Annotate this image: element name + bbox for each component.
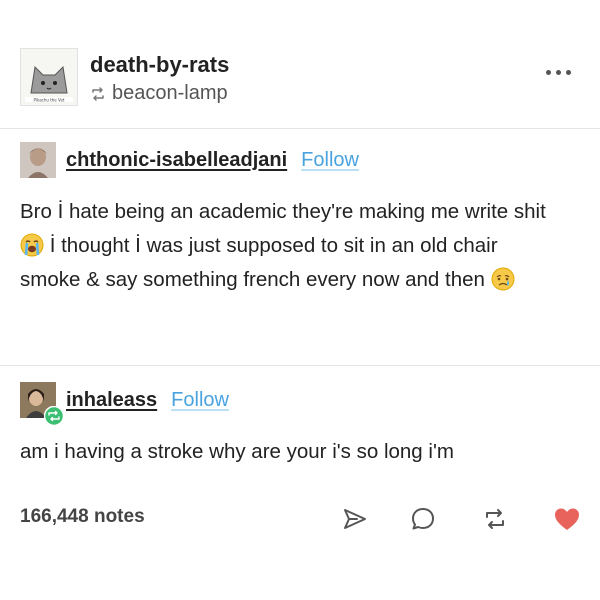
avatar-caption: Pikachu the Vet: [34, 98, 65, 103]
reblog-user-row: inhaleass Follow: [20, 380, 229, 426]
blog-name[interactable]: death-by-rats: [90, 52, 229, 78]
reblog-username[interactable]: inhaleass: [66, 389, 157, 412]
reply-button[interactable]: [408, 504, 438, 534]
post-actions: [340, 504, 580, 534]
post-header: Pikachu the Vet death-by-rats beacon-lam…: [0, 40, 600, 120]
reblog-arrows-icon: [486, 509, 504, 529]
user-avatar[interactable]: [20, 142, 56, 178]
post-footer: 166,448 notes: [0, 500, 600, 540]
follow-button[interactable]: Follow: [171, 389, 229, 412]
loudly-crying-face-emoji-icon: [20, 233, 44, 257]
reblog-badge-icon: [44, 406, 64, 426]
speech-bubble-icon: [412, 508, 434, 530]
like-button[interactable]: [552, 504, 582, 534]
crying-face-emoji-icon: [491, 267, 515, 291]
divider: [0, 128, 600, 129]
reblog-small-icon: [92, 86, 104, 101]
paper-plane-icon: [344, 509, 366, 529]
reblog-username[interactable]: chthonic-isabelleadjani: [66, 149, 287, 172]
blog-avatar[interactable]: Pikachu the Vet: [20, 48, 78, 106]
reblogged-from-name[interactable]: beacon-lamp: [112, 82, 228, 105]
reblog-button[interactable]: [480, 504, 510, 534]
share-button[interactable]: [340, 504, 370, 534]
reblog-user-row: chthonic-isabelleadjani Follow: [20, 140, 359, 180]
cat-avatar-image: Pikachu the Vet: [21, 49, 77, 105]
reblog-text-part: İ thought İ was just supposed to sit in …: [20, 234, 498, 291]
portrait-avatar-image: [20, 142, 56, 178]
reblogged-from: beacon-lamp: [90, 82, 228, 105]
reblog-text: Bro İ hate being an academic they're mak…: [20, 195, 560, 297]
user-avatar[interactable]: [20, 382, 64, 426]
heart-icon: [555, 508, 579, 530]
reblog-text: am i having a stroke why are your i's so…: [20, 440, 454, 463]
divider: [0, 365, 600, 366]
more-options-icon[interactable]: [538, 60, 578, 84]
reblog-text-part: Bro İ hate being an academic they're mak…: [20, 200, 546, 223]
notes-count[interactable]: 166,448 notes: [20, 506, 145, 528]
follow-button[interactable]: Follow: [301, 149, 359, 172]
